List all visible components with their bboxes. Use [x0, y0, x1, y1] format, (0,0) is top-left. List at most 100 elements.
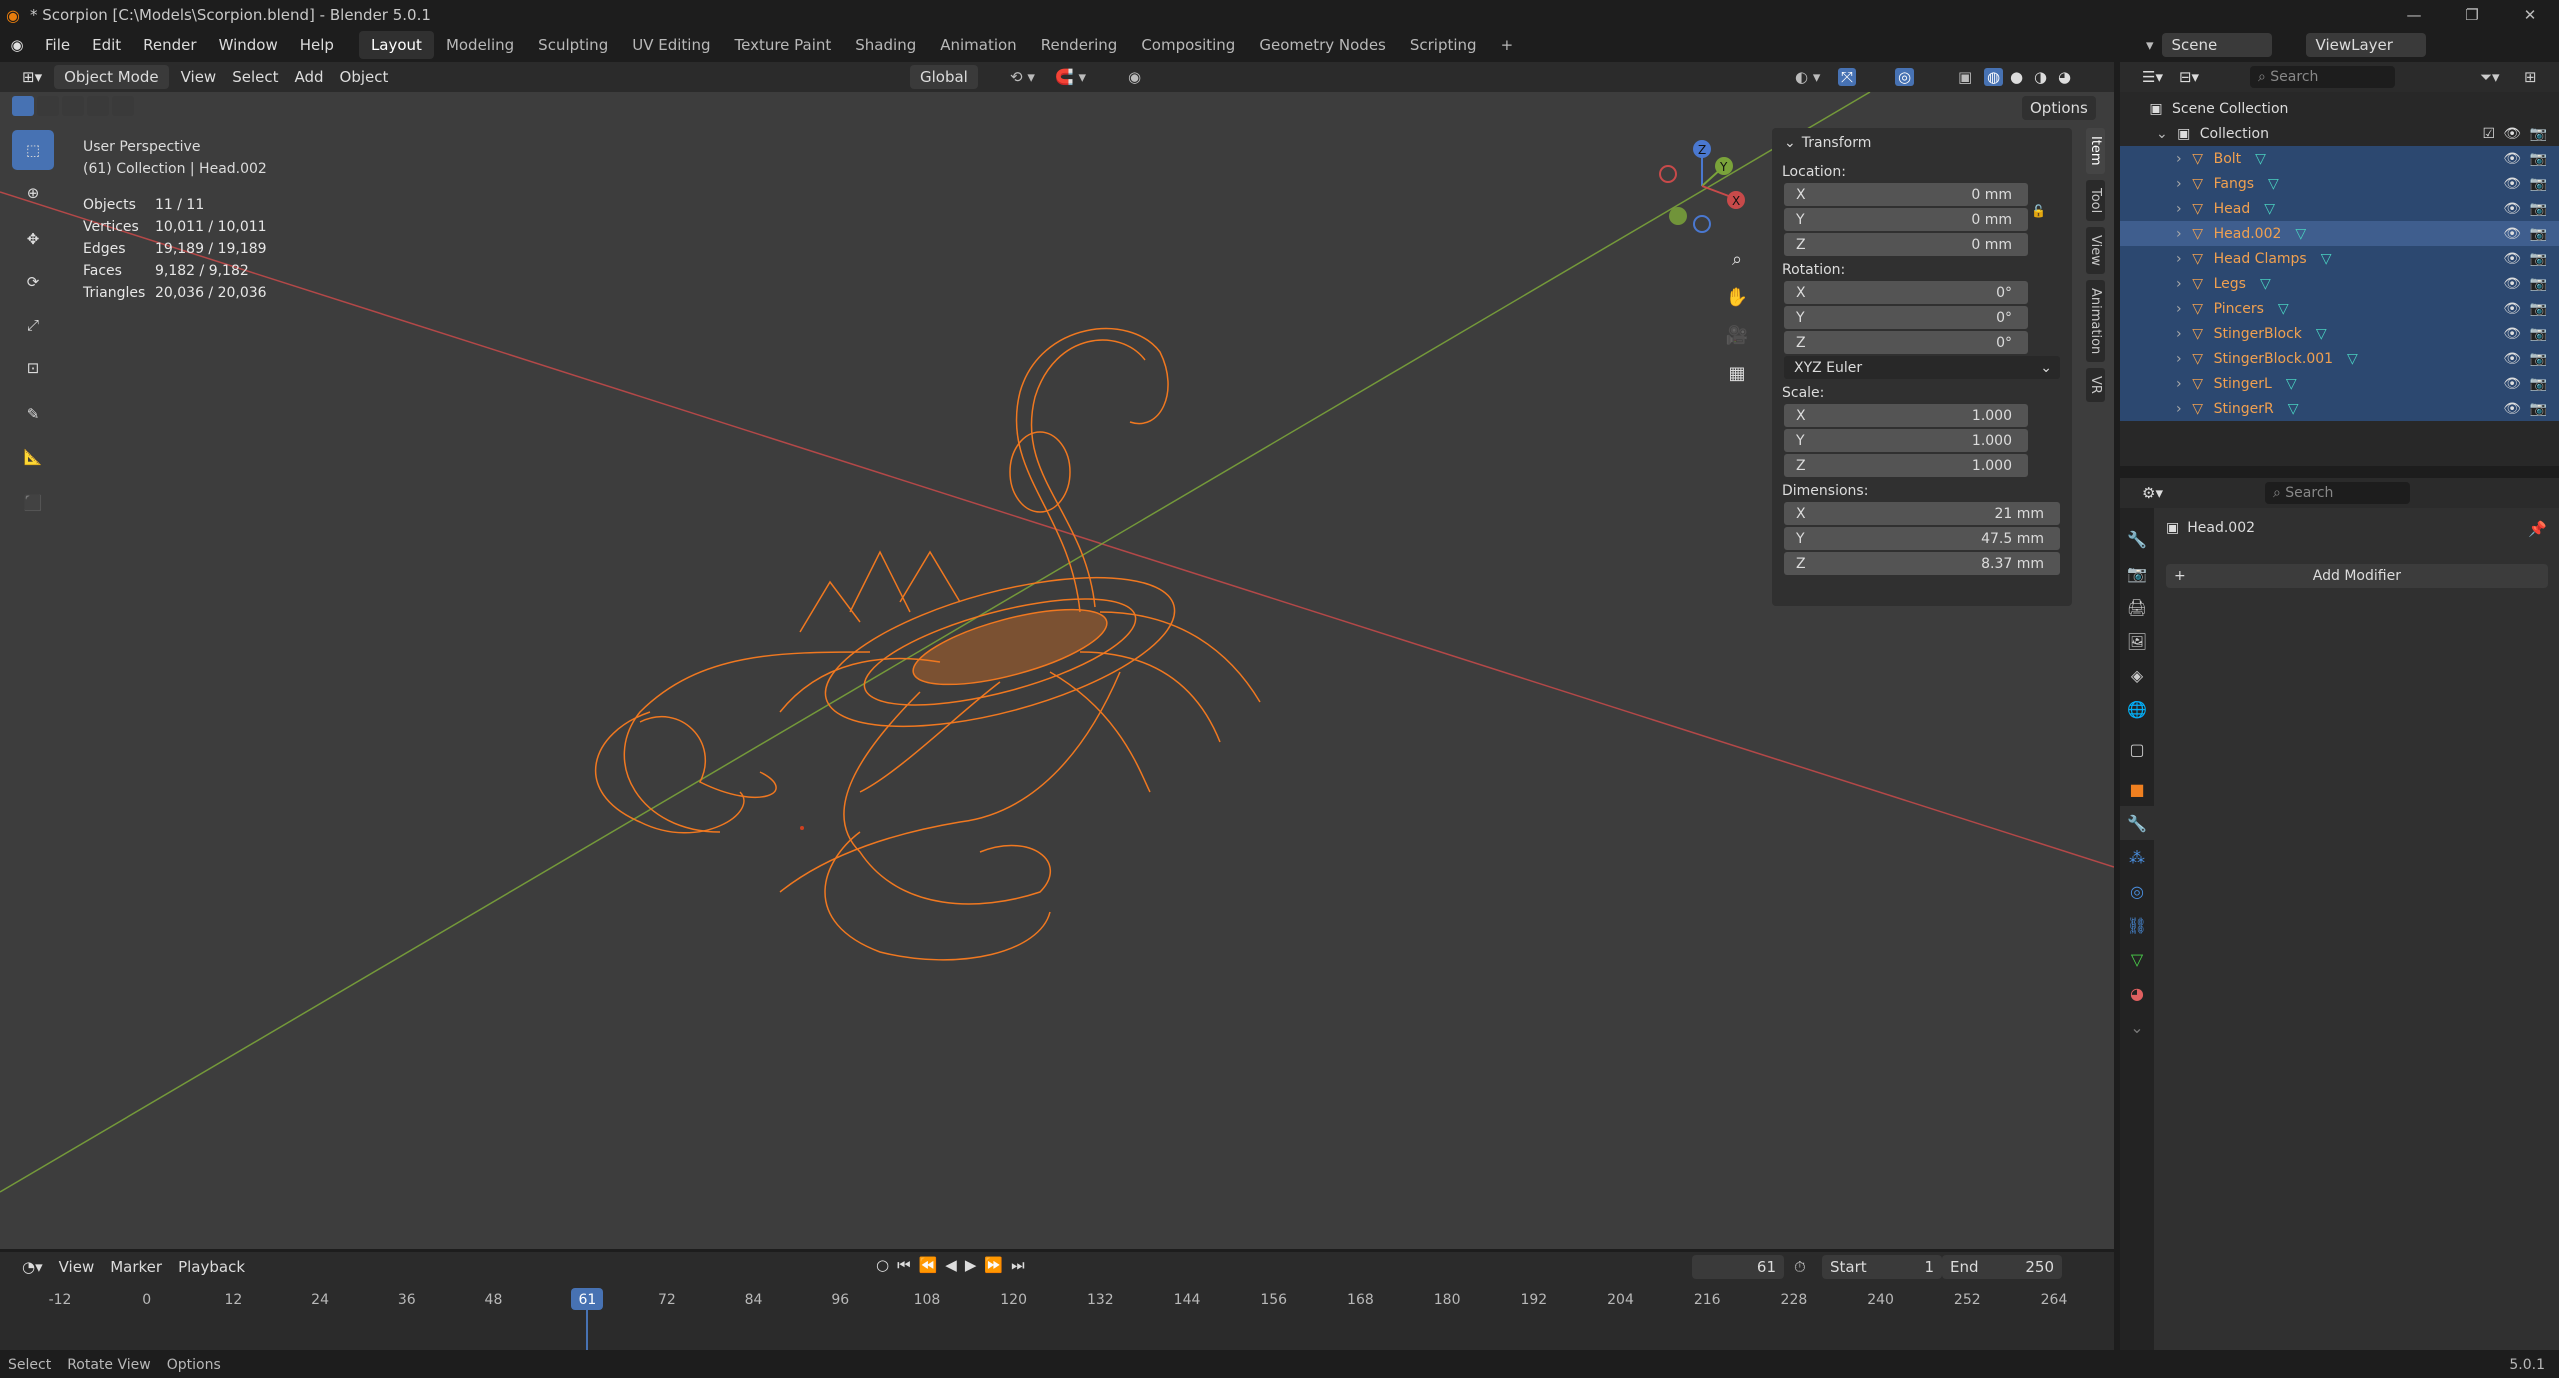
- orientation-selector[interactable]: Global: [910, 65, 978, 89]
- tab-rendering[interactable]: Rendering: [1029, 31, 1130, 59]
- world-icon[interactable]: 🌐: [2120, 692, 2154, 726]
- end-frame-field[interactable]: End 250: [1942, 1255, 2062, 1279]
- expand-arrow-icon[interactable]: ›: [2176, 351, 2182, 367]
- menu-view[interactable]: View: [173, 65, 225, 89]
- rotation-mode-dropdown[interactable]: XYZ Euler ⌄: [1784, 356, 2060, 379]
- properties-search[interactable]: ⌕ Search: [2265, 482, 2410, 504]
- measure-tool-icon[interactable]: 📐: [12, 437, 54, 477]
- close-button[interactable]: ✕: [2501, 0, 2559, 30]
- viewlayer-selector[interactable]: ViewLayer: [2305, 33, 2426, 57]
- outliner-object-row[interactable]: › ▽ Bolt ▽ 👁 📷: [2120, 146, 2559, 171]
- camera-icon[interactable]: 🎥: [1720, 318, 1754, 352]
- outliner-object-row[interactable]: › ▽ StingerBlock.001 ▽ 👁 📷: [2120, 346, 2559, 371]
- tab-sculpting[interactable]: Sculpting: [526, 31, 620, 59]
- camera-render-icon[interactable]: 📷: [2530, 301, 2547, 317]
- eye-icon[interactable]: 👁: [2503, 251, 2521, 267]
- play-icon[interactable]: ▶: [965, 1256, 977, 1274]
- menu-window[interactable]: Window: [208, 30, 289, 60]
- outliner-object-row[interactable]: › ▽ Head.002 ▽ 👁 📷: [2120, 221, 2559, 246]
- filter-icon[interactable]: ⏷▾: [2480, 68, 2500, 86]
- location-z-field[interactable]: Z0 mm: [1784, 233, 2028, 256]
- location-y-field[interactable]: Y0 mm: [1784, 208, 2028, 231]
- material-icon[interactable]: ◕: [2120, 976, 2154, 1010]
- tab-vr[interactable]: VR: [2086, 368, 2105, 402]
- tab-shading[interactable]: Shading: [843, 31, 928, 59]
- tab-uv-editing[interactable]: UV Editing: [620, 31, 722, 59]
- expand-arrow-icon[interactable]: ›: [2176, 176, 2182, 192]
- camera-render-icon[interactable]: 📷: [2530, 226, 2547, 242]
- eye-icon[interactable]: 👁: [2503, 201, 2521, 217]
- object-props-icon[interactable]: ■: [2120, 772, 2154, 806]
- mesh-data-icon[interactable]: ▽: [2120, 942, 2154, 976]
- timeline-editor-icon[interactable]: ◔▾: [14, 1255, 51, 1279]
- outliner-object-row[interactable]: › ▽ StingerR ▽ 👁 📷: [2120, 396, 2559, 421]
- pan-hand-icon[interactable]: ✋: [1720, 280, 1754, 314]
- dimensions-x-field[interactable]: X 21 mm: [1784, 502, 2060, 525]
- constraints-icon[interactable]: ⛓: [2120, 908, 2154, 942]
- physics-icon[interactable]: ◎: [2120, 874, 2154, 908]
- camera-render-icon[interactable]: 📷: [2530, 151, 2547, 167]
- tab-modeling[interactable]: Modeling: [434, 31, 526, 59]
- expand-arrow-icon[interactable]: ›: [2176, 251, 2182, 267]
- pin-icon[interactable]: 📌: [2528, 520, 2547, 538]
- camera-render-icon[interactable]: 📷: [2530, 176, 2547, 192]
- gizmo-toggle-icon[interactable]: ⤧: [1838, 68, 1857, 86]
- editor-type-icon[interactable]: ⊞▾: [14, 65, 50, 89]
- pivot-icon[interactable]: ⟲ ▾: [1010, 68, 1035, 86]
- menu-help[interactable]: Help: [289, 30, 345, 60]
- outliner-object-row[interactable]: › ▽ Head Clamps ▽ 👁 📷: [2120, 246, 2559, 271]
- timeline[interactable]: -12 0 12 24 36 48 61 72 84 96 108 120 132 144 156 168 18…: [0, 1282, 2114, 1350]
- cursor-tool-icon[interactable]: ⊕: [12, 173, 54, 213]
- location-x-field[interactable]: X0 mm: [1784, 183, 2028, 206]
- timeline-menu-view[interactable]: View: [51, 1255, 103, 1279]
- select-subtract-icon[interactable]: [62, 96, 84, 116]
- scene-props-icon[interactable]: ◈: [2120, 658, 2154, 692]
- menu-add[interactable]: Add: [287, 65, 332, 89]
- menu-edit[interactable]: Edit: [81, 30, 132, 60]
- snap-icon[interactable]: 🧲 ▾: [1055, 68, 1086, 86]
- collection-props-icon[interactable]: ▢: [2120, 732, 2154, 766]
- outliner-editor-icon[interactable]: ☰▾: [2134, 65, 2171, 89]
- camera-render-icon[interactable]: 📷: [2530, 376, 2547, 392]
- keyframe-icon[interactable]: ○: [876, 1256, 889, 1274]
- tab-item[interactable]: Item: [2086, 128, 2105, 174]
- view-layer-icon[interactable]: 🖼: [2120, 624, 2154, 658]
- add-workspace-button[interactable]: +: [1489, 31, 1526, 59]
- outliner-object-row[interactable]: › ▽ Head ▽ 👁 📷: [2120, 196, 2559, 221]
- modifier-wrench-icon[interactable]: 🔧: [2120, 806, 2154, 840]
- zoom-icon[interactable]: ⌕: [1720, 242, 1754, 276]
- menu-file[interactable]: File: [34, 30, 81, 60]
- expand-arrow-icon[interactable]: ›: [2176, 326, 2182, 342]
- timeline-menu-marker[interactable]: Marker: [102, 1255, 170, 1279]
- blender-menu-icon[interactable]: ◉: [0, 36, 34, 54]
- tab-compositing[interactable]: Compositing: [1129, 31, 1247, 59]
- menu-render[interactable]: Render: [132, 30, 207, 60]
- eye-icon[interactable]: 👁: [2503, 401, 2521, 417]
- expand-arrow-icon[interactable]: ›: [2176, 301, 2182, 317]
- xray-icon[interactable]: ▣: [1958, 68, 1972, 86]
- outliner-search[interactable]: ⌕ Search: [2250, 66, 2395, 88]
- more-tabs-icon[interactable]: ⌄: [2120, 1010, 2154, 1044]
- perspective-grid-icon[interactable]: ▦: [1720, 356, 1754, 390]
- expand-arrow-icon[interactable]: ›: [2176, 151, 2182, 167]
- collection-row[interactable]: ⌄ ▣ Collection ☑ 👁 📷: [2120, 121, 2559, 146]
- jump-start-icon[interactable]: ⏮: [897, 1256, 911, 1274]
- transform-tool-icon[interactable]: ⊡: [12, 348, 54, 388]
- expand-arrow-icon[interactable]: ›: [2176, 226, 2182, 242]
- rotation-x-field[interactable]: X 0°: [1784, 281, 2028, 304]
- solid-shading-icon[interactable]: ●: [2010, 68, 2023, 86]
- rendered-shading-icon[interactable]: ◕: [2058, 68, 2071, 86]
- expand-arrow-icon[interactable]: ›: [2176, 401, 2182, 417]
- expand-arrow-icon[interactable]: ›: [2176, 376, 2182, 392]
- scale-z-field[interactable]: Z 1.000: [1784, 454, 2028, 477]
- tab-animation-side[interactable]: Animation: [2086, 279, 2105, 362]
- eye-icon[interactable]: 👁: [2503, 176, 2521, 192]
- eye-icon[interactable]: 👁: [2503, 301, 2521, 317]
- eye-icon[interactable]: 👁: [2503, 276, 2521, 292]
- particles-icon[interactable]: ⁂: [2120, 840, 2154, 874]
- options-button[interactable]: Options: [2022, 96, 2096, 120]
- display-mode-icon[interactable]: ⊟▾: [2171, 65, 2207, 89]
- overlay-toggle-icon[interactable]: ◎: [1895, 68, 1915, 86]
- scale-x-field[interactable]: X 1.000: [1784, 404, 2028, 427]
- camera-render-icon[interactable]: 📷: [2530, 351, 2547, 367]
